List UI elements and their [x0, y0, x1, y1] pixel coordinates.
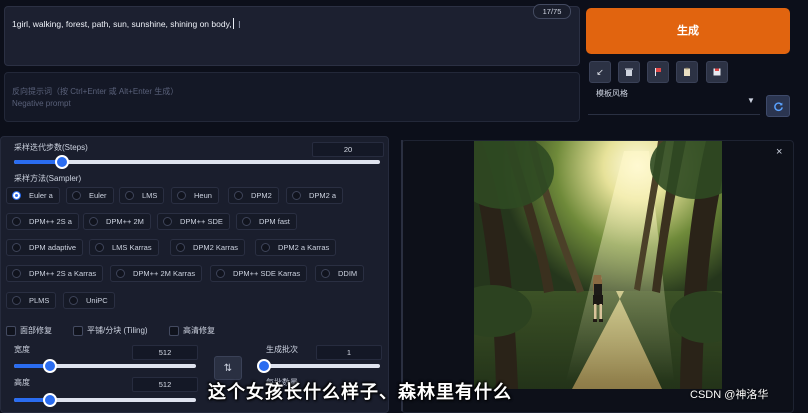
sampler-option[interactable]: DPM++ 2M [83, 213, 151, 230]
radio [163, 217, 172, 226]
radio [261, 243, 270, 252]
trash-icon [625, 68, 633, 76]
steps-slider-thumb[interactable] [54, 155, 69, 169]
video-subtitle: 这个女孩长什么样子、森林里有什么 [208, 382, 512, 402]
batch-count-slider[interactable] [257, 359, 380, 373]
radio [321, 269, 330, 278]
radio [12, 269, 21, 278]
close-icon[interactable]: × [776, 146, 782, 158]
radio [12, 217, 21, 226]
clear-prompt-button[interactable] [618, 61, 640, 83]
sampler-option[interactable]: DPM2 Karras [170, 239, 246, 256]
sampler-option[interactable]: Euler [66, 187, 114, 204]
tiling-checkbox[interactable] [73, 326, 83, 336]
sampler-option[interactable]: DPM++ 2M Karras [110, 265, 203, 282]
height-slider[interactable] [14, 393, 196, 407]
radio [95, 243, 104, 252]
styles-dropdown[interactable] [588, 98, 760, 115]
token-counter: 17/75 [533, 4, 571, 19]
sampler-option[interactable]: DPM++ SDE [157, 213, 230, 230]
radio [234, 191, 243, 200]
width-slider[interactable] [14, 359, 196, 373]
radio [125, 191, 134, 200]
flag-icon [655, 68, 661, 76]
sampler-option[interactable]: DPM++ 2S a [6, 213, 79, 230]
chevron-down-icon: ▼ [747, 96, 755, 105]
generated-image[interactable] [474, 141, 722, 389]
sampler-option[interactable]: DPM fast [236, 213, 297, 230]
radio [292, 191, 301, 200]
sampler-option[interactable]: Euler a [6, 187, 60, 204]
batch-count-label: 生成批次 [266, 345, 298, 354]
save-style-button[interactable] [706, 61, 728, 83]
hires-fix-label: 高清修复 [183, 326, 215, 335]
tiling-label: 平铺/分块 (Tiling) [87, 326, 148, 335]
arrow-icon: ↙ [596, 66, 604, 77]
radio [177, 191, 186, 200]
sampler-option[interactable]: DPM2 [228, 187, 279, 204]
radio [12, 243, 21, 252]
sampler-option[interactable]: UniPC [63, 292, 115, 309]
prompt-text: 1girl, walking, forest, path, sun, sunsh… [12, 18, 234, 29]
text-cursor-icon: Ι [238, 20, 241, 31]
width-label: 宽度 [14, 345, 30, 354]
generate-button[interactable]: 生成 [586, 8, 790, 54]
sampler-option[interactable]: DDIM [315, 265, 365, 282]
radio [242, 217, 251, 226]
radio [69, 296, 78, 305]
radio [12, 296, 21, 305]
steps-slider[interactable] [14, 155, 380, 169]
radio [89, 217, 98, 226]
clipboard-icon [684, 67, 690, 76]
steps-number-input[interactable]: 20 [312, 142, 384, 157]
steps-label: 采样迭代步数(Steps) [14, 143, 88, 152]
swap-icon: ⇅ [223, 362, 233, 374]
height-label: 高度 [14, 378, 30, 387]
radio [72, 191, 81, 200]
sampler-option[interactable]: LMS Karras [89, 239, 159, 256]
sampler-option[interactable]: Heun [171, 187, 219, 204]
hires-fix-checkbox[interactable] [169, 326, 179, 336]
swap-dimensions-button[interactable]: ⇅ [214, 356, 242, 380]
width-number-input[interactable]: 512 [132, 345, 198, 360]
prompt-textarea[interactable] [4, 6, 580, 66]
sampler-option[interactable]: DPM adaptive [6, 239, 84, 256]
show-extra-networks-button[interactable] [647, 61, 669, 83]
batch-count-number-input[interactable]: 1 [316, 345, 382, 360]
apply-style-button[interactable] [676, 61, 698, 83]
sampler-label: 采样方法(Sampler) [14, 174, 82, 183]
text-caret [232, 18, 234, 29]
radio-selected [12, 191, 21, 200]
radio [216, 269, 225, 278]
sampler-option[interactable]: DPM++ 2S a Karras [6, 265, 104, 282]
panel-divider [401, 140, 403, 411]
refresh-icon [773, 101, 783, 111]
refresh-styles-button[interactable] [766, 95, 790, 117]
sampler-option[interactable]: DPM++ SDE Karras [210, 265, 308, 282]
negative-prompt-placeholder: 反向提示词（按 Ctrl+Enter 或 Alt+Enter 生成） Negat… [12, 87, 179, 108]
height-number-input[interactable]: 512 [132, 377, 198, 392]
read-params-button[interactable]: ↙ [589, 61, 611, 83]
radio [176, 243, 185, 252]
sampler-option[interactable]: DPM2 a Karras [255, 239, 337, 256]
sampler-option[interactable]: LMS [119, 187, 165, 204]
csdn-watermark: CSDN @神洛华 [690, 389, 769, 401]
sampler-option[interactable]: PLMS [6, 292, 57, 309]
save-style-icon [713, 68, 721, 76]
restore-faces-checkbox[interactable] [6, 326, 16, 336]
radio [116, 269, 125, 278]
restore-faces-label: 面部修复 [20, 326, 52, 335]
sampler-option[interactable]: DPM2 a [286, 187, 344, 204]
